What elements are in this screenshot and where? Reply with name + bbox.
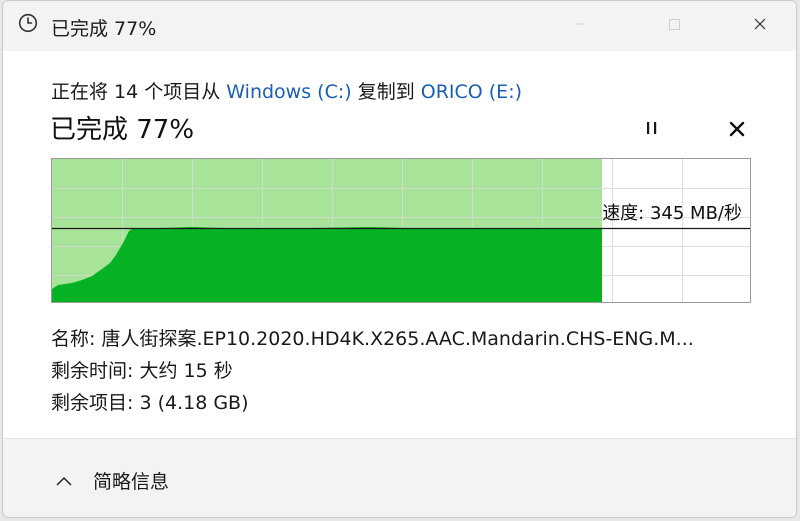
chevron-up-icon — [56, 476, 72, 486]
name-label: 名称: — [51, 328, 96, 350]
close-icon — [729, 121, 745, 137]
fewer-details-label: 简略信息 — [93, 471, 170, 493]
speed-graph-canvas — [52, 159, 750, 302]
title-bar: 已完成 77% — [3, 1, 796, 51]
cancel-copy-button[interactable] — [727, 119, 747, 139]
items-remaining-row: 剩余项目: 3 (4.18 GB) — [51, 387, 694, 419]
fewer-details-button[interactable]: 简略信息 — [55, 467, 169, 494]
window-title: 已完成 77% — [51, 18, 157, 40]
name-row: 名称: 唐人街探案.EP10.2020.HD4K.X265.AAC.Mandar… — [51, 323, 694, 355]
time-remaining-label: 剩余时间: — [51, 360, 134, 382]
speed-area — [52, 227, 602, 302]
maximize-button[interactable] — [660, 11, 690, 37]
transfer-speed-graph: 速度: 345 MB/秒 — [51, 158, 751, 303]
items-remaining-label: 剩余项目: — [51, 392, 134, 414]
copy-progress-dialog: 已完成 77% 正在将 14 个项目从 Windows (C:) 复制到 ORI… — [2, 0, 797, 518]
time-remaining-row: 剩余时间: 大约 15 秒 — [51, 355, 694, 387]
pause-button[interactable] — [643, 119, 661, 137]
speed-label: 速度: 345 MB/秒 — [602, 203, 742, 224]
time-remaining-value: 大约 15 秒 — [139, 360, 233, 382]
items-remaining-value: 3 (4.18 GB) — [139, 392, 249, 414]
progress-status: 已完成 77% — [50, 115, 195, 145]
minimize-button[interactable] — [565, 11, 595, 37]
pause-icon — [647, 122, 650, 134]
window-close-button[interactable] — [745, 11, 775, 37]
name-value: 唐人街探案.EP10.2020.HD4K.X265.AAC.Mandarin.C… — [101, 328, 694, 350]
copy-description-prefix: 正在将 14 个项目从 — [51, 81, 227, 103]
destination-drive-link[interactable]: ORICO (E:) — [421, 81, 522, 103]
source-drive-link[interactable]: Windows (C:) — [226, 81, 351, 103]
copy-description: 正在将 14 个项目从 Windows (C:) 复制到 ORICO (E:) — [51, 77, 522, 104]
copy-description-middle: 复制到 — [351, 81, 421, 103]
clock-icon — [18, 13, 38, 33]
transfer-details: 名称: 唐人街探案.EP10.2020.HD4K.X265.AAC.Mandar… — [51, 323, 694, 419]
dialog-footer: 简略信息 — [3, 439, 796, 517]
